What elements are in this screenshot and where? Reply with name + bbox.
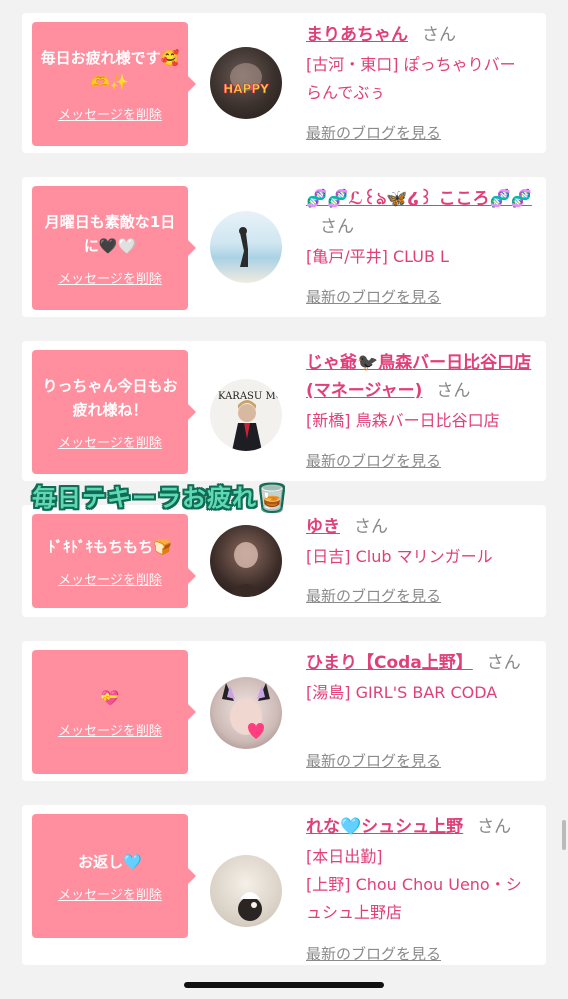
cast-info: ひまり【Coda上野】 さん [湯島] GIRL'S BAR CODA <box>306 649 534 707</box>
cast-info: じゃ爺🐦‍⬛鳥森バー日比谷口店(マネージャー) さん [新橋] 鳥森バー日比谷口店 <box>306 349 534 435</box>
work-status: [本日出勤] <box>306 847 383 866</box>
shop-name: [湯島] GIRL'S BAR CODA <box>306 683 498 702</box>
avatar[interactable] <box>210 855 282 927</box>
honorific: さん <box>354 517 388 537</box>
latest-blog-link[interactable]: 最新のブログを見る <box>306 450 441 471</box>
shop-name: [亀戸/平井] CLUB L <box>306 247 449 266</box>
shop-name: [上野] Chou Chou Ueno・シュシュ上野店 <box>306 875 522 922</box>
shop-name: [日吉] Club マリンガール <box>306 547 493 566</box>
message-bubble: 毎日お疲れ様です🥰🫶✨ メッセージを削除 <box>32 22 196 146</box>
cast-name-link[interactable]: れな🩵シュシュ上野 <box>306 817 463 837</box>
message-text: 月曜日も素敵な1日に🖤🤍 <box>44 212 176 255</box>
shop-name: [古河・東口] ぽっちゃりバー らんでぶぅ <box>306 55 516 102</box>
avatar[interactable] <box>210 525 282 597</box>
honorific: さん <box>422 25 456 45</box>
delete-message-link[interactable]: メッセージを削除 <box>58 569 162 588</box>
avatar-image <box>228 542 264 597</box>
avatar-image: HAPPY <box>223 63 269 96</box>
message-text: お返し🩵 <box>78 852 142 871</box>
latest-blog-link[interactable]: 最新のブログを見る <box>306 585 441 606</box>
latest-blog-link[interactable]: 最新のブログを見る <box>306 750 441 771</box>
cast-name-link[interactable]: まりあちゃん <box>306 25 408 45</box>
message-text: りっちゃん今日もお疲れ様ね！ <box>42 376 178 419</box>
avatar[interactable]: HAPPY <box>210 47 282 119</box>
avatar-image <box>239 227 248 267</box>
avatar-image <box>238 892 262 921</box>
delete-message-link[interactable]: メッセージを削除 <box>58 432 162 451</box>
message-card: 月曜日も素敵な1日に🖤🤍 メッセージを削除 🧬🧬ℒ꒰ঌ🦋໒꒱ こころ🧬🧬 さん [… <box>22 177 546 317</box>
delete-message-link[interactable]: メッセージを削除 <box>58 720 162 739</box>
latest-blog-link[interactable]: 最新のブログを見る <box>306 943 441 964</box>
message-bubble: 💝 メッセージを削除 <box>32 650 196 774</box>
message-card: 毎日お疲れ様です🥰🫶✨ メッセージを削除 HAPPY まりあちゃん さん [古河・… <box>22 13 546 153</box>
delete-message-link[interactable]: メッセージを削除 <box>58 884 162 903</box>
cast-info: まりあちゃん さん [古河・東口] ぽっちゃりバー らんでぶぅ <box>306 21 534 107</box>
latest-blog-link[interactable]: 最新のブログを見る <box>306 286 441 307</box>
cast-name-link[interactable]: ひまり【Coda上野】 <box>306 653 473 673</box>
avatar[interactable] <box>210 677 282 749</box>
latest-blog-link[interactable]: 最新のブログを見る <box>306 122 441 143</box>
honorific: さん <box>320 217 354 237</box>
message-card: お返し🩵 メッセージを削除 れな🩵シュシュ上野 さん [本日出勤] [上野] Ch… <box>22 805 546 965</box>
delete-message-link[interactable]: メッセージを削除 <box>58 268 162 287</box>
message-bubble: ﾄﾞｷﾄﾞｷもちもち🍞 メッセージを削除 <box>32 514 196 608</box>
avatar[interactable]: KARASU MORI BAR <box>210 379 282 451</box>
shop-name: [新橋] 鳥森バー日比谷口店 <box>306 411 500 430</box>
message-text: ﾄﾞｷﾄﾞｷもちもち🍞 <box>48 537 172 556</box>
cast-name-link[interactable]: ゆき <box>306 517 340 537</box>
home-indicator[interactable] <box>184 982 384 988</box>
message-card: ﾄﾞｷﾄﾞｷもちもち🍞 メッセージを削除 ゆき さん [日吉] Club マリンガ… <box>22 505 546 617</box>
message-text: 💝 <box>100 688 120 707</box>
message-card: 💝 メッセージを削除 ひまり【Coda上野】 さん [湯島] GIRL'S BAR… <box>22 641 546 781</box>
honorific: さん <box>486 653 521 673</box>
avatar[interactable] <box>210 211 282 283</box>
message-bubble: お返し🩵 メッセージを削除 <box>32 814 196 938</box>
honorific: さん <box>477 817 512 837</box>
avatar-image: KARASU MORI BAR <box>218 391 282 451</box>
scrollbar[interactable] <box>562 820 566 850</box>
cast-name-link[interactable]: 🧬🧬ℒ꒰ঌ🦋໒꒱ こころ🧬🧬 <box>306 189 532 209</box>
avatar-image <box>222 683 270 739</box>
avatar-happy-text: HAPPY <box>223 82 269 96</box>
avatar-logo-text: KARASU MORI BAR <box>218 391 282 402</box>
message-bubble: 月曜日も素敵な1日に🖤🤍 メッセージを削除 <box>32 186 196 310</box>
sticker-overlay-text: 毎日テキーラお疲れ🥃 <box>32 484 288 512</box>
cast-info: れな🩵シュシュ上野 さん [本日出勤] [上野] Chou Chou Ueno・シ… <box>306 813 534 927</box>
cast-name-link[interactable]: じゃ爺🐦‍⬛鳥森バー日比谷口店(マネージャー) <box>306 353 531 401</box>
message-text: 毎日お疲れ様です🥰🫶✨ <box>40 48 180 91</box>
cast-info: ゆき さん [日吉] Club マリンガール <box>306 513 534 571</box>
message-card: りっちゃん今日もお疲れ様ね！ メッセージを削除 KARASU MORI BAR … <box>22 341 546 481</box>
message-bubble: りっちゃん今日もお疲れ様ね！ メッセージを削除 <box>32 350 196 474</box>
delete-message-link[interactable]: メッセージを削除 <box>58 104 162 123</box>
honorific: さん <box>436 381 471 401</box>
cast-info: 🧬🧬ℒ꒰ঌ🦋໒꒱ こころ🧬🧬 さん [亀戸/平井] CLUB L <box>306 185 534 271</box>
